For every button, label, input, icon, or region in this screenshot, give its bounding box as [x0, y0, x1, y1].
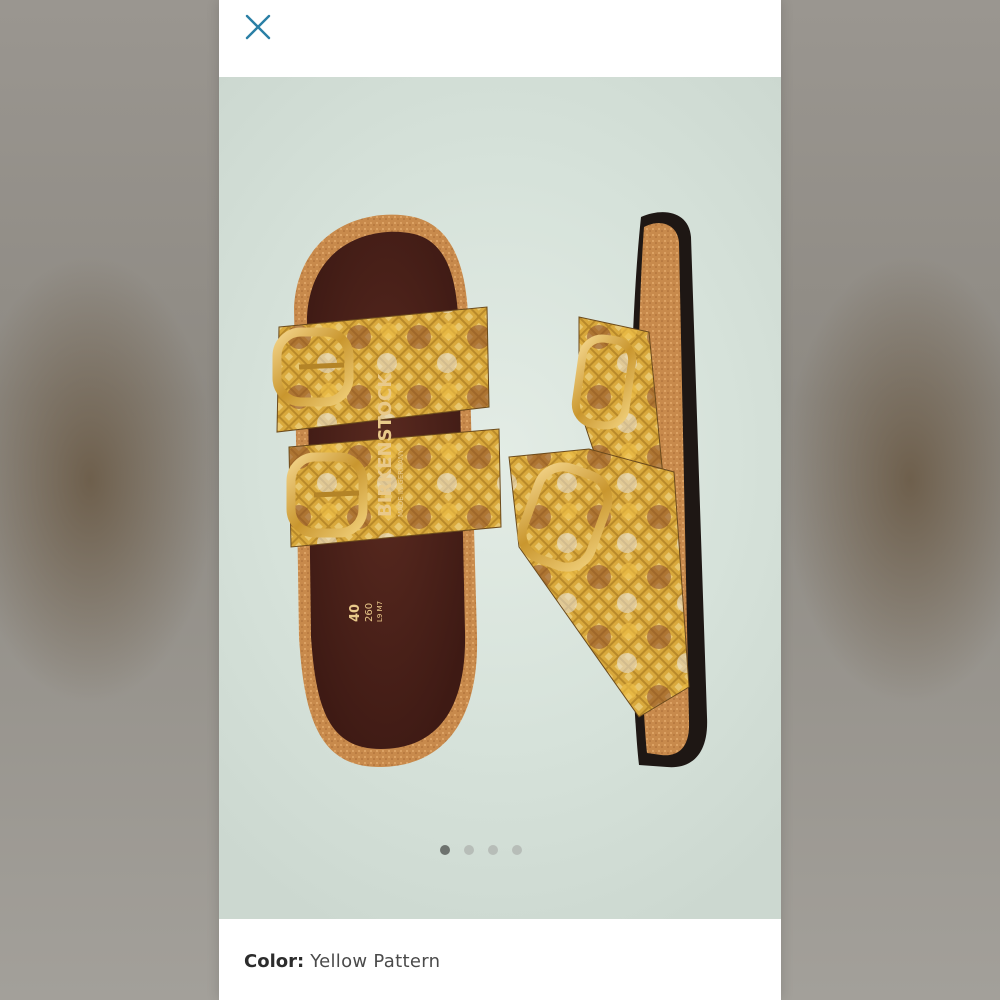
pager-dot-4[interactable] [512, 845, 522, 855]
image-pager [219, 845, 762, 855]
pager-dot-2[interactable] [464, 845, 474, 855]
footbed-brand: BIRKENSTOCK [375, 373, 396, 517]
pager-dot-3[interactable] [488, 845, 498, 855]
color-info: Color: Yellow Pattern [244, 950, 440, 974]
sandals-image: BIRKENSTOCK MADE IN GERMANY 40 260 L9 M7 [272, 212, 708, 768]
close-icon [245, 14, 271, 40]
close-button[interactable] [237, 6, 279, 48]
product-photo[interactable]: BIRKENSTOCK MADE IN GERMANY 40 260 L9 M7 [219, 77, 781, 919]
pager-dot-1[interactable] [440, 845, 450, 855]
footbed-size-us: L9 M7 [376, 601, 384, 622]
footbed-size-mm: 260 [364, 603, 375, 622]
product-image-viewer: BIRKENSTOCK MADE IN GERMANY 40 260 L9 M7 [219, 0, 781, 1000]
footbed-made-in: MADE IN GERMANY [397, 449, 405, 517]
footbed-size-eu: 40 [348, 604, 363, 622]
color-label: Color: [244, 951, 305, 972]
right-sandal [508, 212, 708, 768]
left-sandal: BIRKENSTOCK MADE IN GERMANY 40 260 L9 M7 [272, 214, 502, 767]
color-value: Yellow Pattern [310, 951, 441, 972]
